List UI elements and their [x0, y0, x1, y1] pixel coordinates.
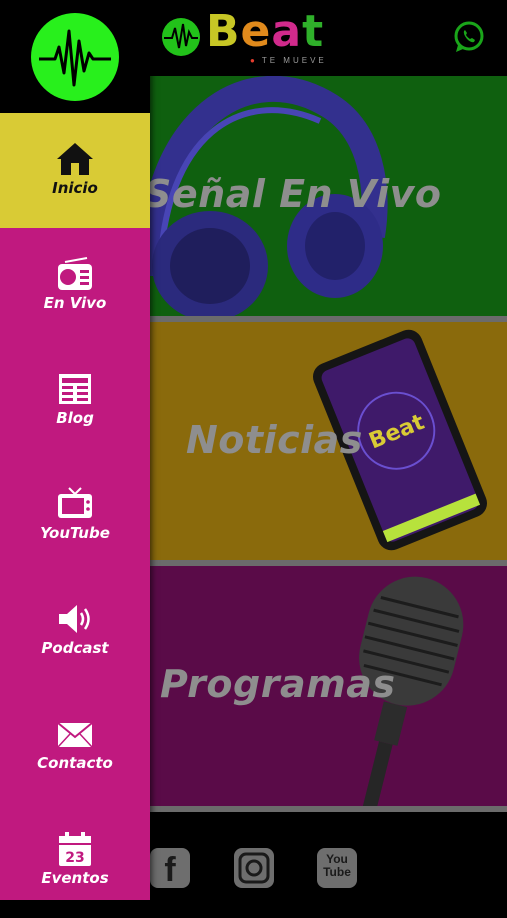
- brand-word: Beat: [206, 6, 325, 57]
- instagram-icon[interactable]: [234, 848, 274, 888]
- nav-label: Contacto: [37, 754, 113, 772]
- card-title: Noticias: [186, 418, 363, 462]
- calendar-day: 23: [65, 850, 84, 866]
- card-title: Programas: [160, 662, 396, 706]
- envelope-icon: [57, 722, 93, 748]
- calendar-icon: 23: [59, 832, 91, 866]
- sound-wave-icon: [39, 29, 111, 87]
- nav-label: Podcast: [41, 639, 109, 657]
- facebook-icon[interactable]: f: [150, 848, 190, 889]
- brand-wave-icon: [162, 18, 200, 56]
- nav-item-contacto[interactable]: Contacto: [0, 688, 150, 803]
- whatsapp-icon[interactable]: [452, 20, 486, 54]
- nav-item-youtube[interactable]: YouTube: [0, 458, 150, 573]
- tv-icon: [58, 487, 92, 518]
- youtube-icon[interactable]: You Tube: [317, 848, 357, 888]
- nav-item-podcast[interactable]: Podcast: [0, 573, 150, 688]
- nav-label: En Vivo: [43, 294, 107, 312]
- drawer-header: [0, 0, 150, 113]
- nav-label: Inicio: [52, 179, 98, 197]
- brand-logo[interactable]: Beat ● TE MUEVE: [160, 6, 360, 68]
- radio-icon: [58, 257, 92, 290]
- nav-item-eventos[interactable]: 23 Eventos: [0, 803, 150, 918]
- nav-label: Blog: [56, 409, 94, 427]
- newspaper-icon: [59, 374, 91, 404]
- speaker-icon: [59, 605, 90, 633]
- nav-item-blog[interactable]: Blog: [0, 343, 150, 458]
- drawer-logo[interactable]: [31, 13, 119, 101]
- nav-item-inicio[interactable]: Inicio: [0, 113, 150, 228]
- nav-label: YouTube: [40, 524, 110, 542]
- home-icon: [57, 143, 93, 175]
- navigation-drawer: Inicio En Vivo Blog YouTube Podcast Cont…: [0, 0, 150, 900]
- brand-tagline: ● TE MUEVE: [250, 56, 327, 65]
- nav-label: Eventos: [41, 869, 109, 887]
- nav-item-en-vivo[interactable]: En Vivo: [0, 228, 150, 343]
- card-title: Señal En Vivo: [144, 172, 442, 216]
